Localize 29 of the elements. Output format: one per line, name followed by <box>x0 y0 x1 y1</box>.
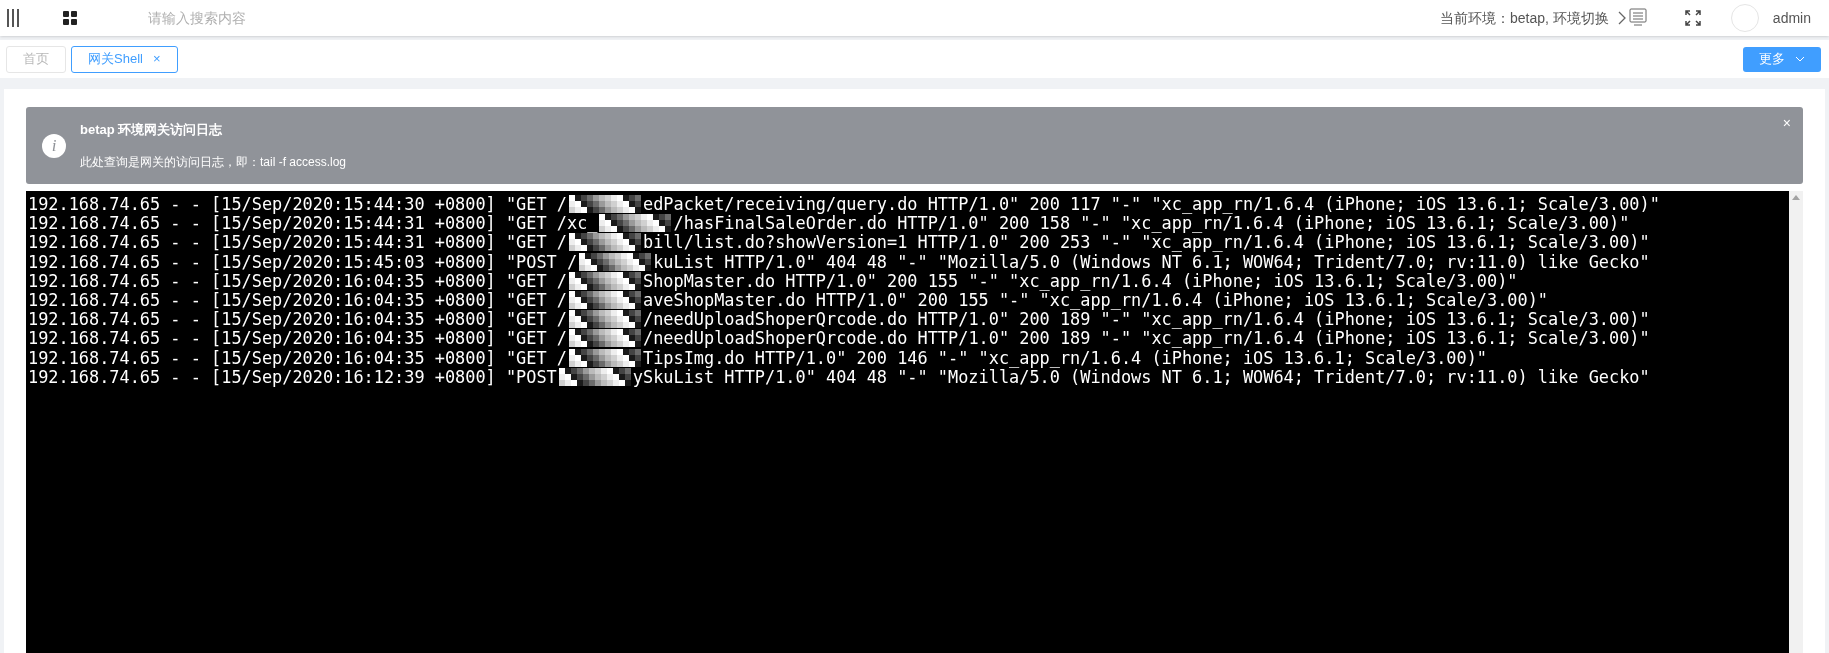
alert-title: betap 环境网关访问日志 <box>80 120 224 139</box>
close-icon[interactable]: × <box>152 49 161 69</box>
search-field[interactable]: 请输入搜索内容 <box>148 7 448 29</box>
log-line: 192.168.74.65 - - [15/Sep/2020:15:44:31 +0800] "GET /xc_ /hasFinalSaleOrder.do HTTP/1.0" 200 158 "-" "xc_app_rn/1.6.4 (iPhone; iOS 13.6.1; Scale/3.00)" <box>28 214 1631 234</box>
info-icon: i <box>42 133 66 158</box>
scrollbar[interactable] <box>1789 191 1803 653</box>
user-name[interactable]: admin <box>1772 7 1811 29</box>
log-line: 192.168.74.65 - - [15/Sep/2020:15:44:31 +0800] "GET / bill/list.do?showVersion=1 HTTP/1.0" 200 253 "-" "xc_app_rn/1.6.4 (iPhone; iOS 13.6.1; Scale/3.00)" <box>28 233 1651 253</box>
log-line: 192.168.74.65 - - [15/Sep/2020:16:04:35 +0800] "GET / /needUploadShoperQrcode.do HTTP/1.0" 200 189 "-" "xc_app_rn/1.6.4 (iPhone; iOS 13.6.1; Scale/3.00)" <box>28 329 1651 349</box>
menu-icon[interactable] <box>6 8 20 28</box>
log-line: 192.168.74.65 - - [15/Sep/2020:15:44:30 +0800] "GET / edPacket/receiving/query.do HTTP/1.0" 200 117 "-" "xc_app_rn/1.6.4 (iPhone; iOS 13.6.1; Scale/3.00)" <box>28 195 1661 215</box>
grid-icon[interactable] <box>62 10 78 26</box>
chevron-right-icon <box>1616 10 1627 26</box>
log-line: 192.168.74.65 - - [15/Sep/2020:16:04:35 +0800] "GET / TipsImg.do HTTP/1.0" 200 146 "-" "xc_app_rn/1.6.4 (iPhone; iOS 13.6.1; Scale/3.00)" <box>28 348 1488 368</box>
chevron-down-icon <box>1795 56 1805 62</box>
alert-description: 此处查询是网关的访问日志，即：tail -f access.log <box>80 154 347 172</box>
close-button[interactable]: × <box>1782 113 1791 134</box>
log-line: 192.168.74.65 - - [15/Sep/2020:15:45:03 +0800] "POST / kuList HTTP/1.0" 404 48 "-" "Mozilla/5.0 (Windows NT 6.1; WOW64; Trident/7.0; rv:11.0) like Gecko" <box>28 252 1651 272</box>
log-line: 192.168.74.65 - - [15/Sep/2020:16:12:39 +0800] "POST ySkuList HTTP/1.0" 404 48 "-" "Mozilla/5.0 (Windows NT 6.1; WOW64; Trident/7.0; rv:11.0) like Gecko" <box>28 367 1651 388</box>
page-tab[interactable]: 首页 <box>6 45 66 73</box>
log-line: 192.168.74.65 - - [15/Sep/2020:16:04:35 +0800] "GET / aveShopMaster.do HTTP/1.0" 200 155 "-" "xc_app_rn/1.6.4 (iPhone; iOS 13.6.1; Scale/3.00)" <box>28 291 1549 311</box>
log-line: 192.168.74.65 - - [15/Sep/2020:16:04:35 +0800] "GET / ShopMaster.do HTTP/1.0" 200 155 "-" "xc_app_rn/1.6.4 (iPhone; iOS 13.6.1; Scale/3.00)" <box>28 271 1519 291</box>
fullscreen-icon[interactable] <box>1684 10 1701 26</box>
environment-link[interactable]: 当前环境：betap, 环境切换 <box>1440 7 1609 29</box>
log-line: 192.168.74.65 - - [15/Sep/2020:16:04:35 +0800] "GET / /needUploadShoperQrcode.do HTTP/1.0" 200 189 "-" "xc_app_rn/1.6.4 (iPhone; iOS 13.6.1; Scale/3.00)" <box>28 310 1651 330</box>
more-button[interactable]: 更多 <box>1743 46 1821 72</box>
scroll-up-icon[interactable] <box>1792 194 1800 200</box>
page-tab[interactable]: 网关Shell × <box>71 45 178 73</box>
settings-panel-icon[interactable] <box>1628 8 1647 28</box>
